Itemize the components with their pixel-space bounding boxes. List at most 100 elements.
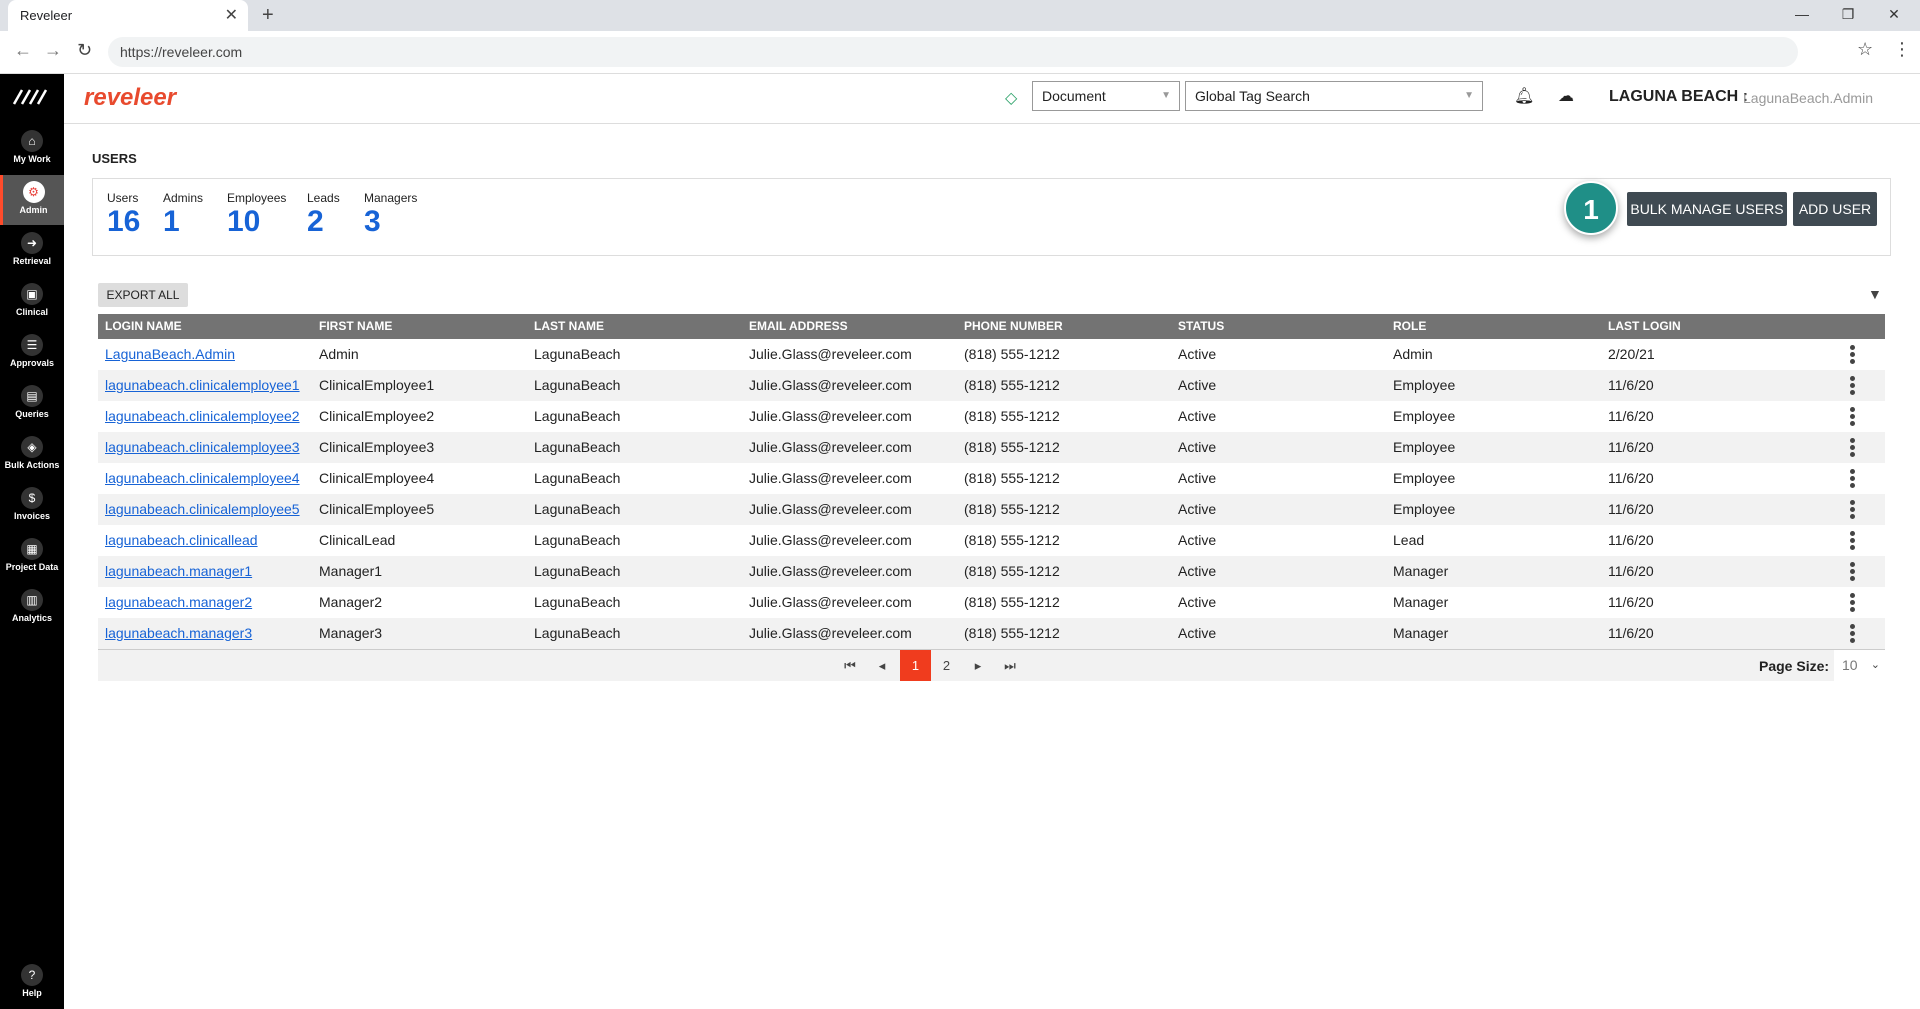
nav-clinical[interactable]: ▣ Clinical	[0, 277, 64, 327]
minimize-icon[interactable]: —	[1779, 0, 1825, 28]
column-header[interactable]: PHONE NUMBER	[964, 314, 1063, 339]
user-name[interactable]: LagunaBeach.Admin	[1743, 90, 1873, 106]
nav-label: Invoices	[13, 511, 51, 521]
table-cell: LagunaBeach	[534, 625, 621, 641]
page-1[interactable]: 1	[900, 650, 931, 681]
document-select-value: Document	[1042, 88, 1106, 104]
nav-invoices[interactable]: $ Invoices	[0, 481, 64, 531]
page-title: USERS	[92, 151, 137, 166]
chat-icon: ▤	[21, 385, 43, 407]
column-header[interactable]: LOGIN NAME	[105, 314, 182, 339]
add-user-button[interactable]: ADD USER	[1793, 192, 1877, 226]
login-name-link[interactable]: lagunabeach.clinicalemployee2	[105, 401, 300, 432]
cloud-icon[interactable]: ☁	[1558, 86, 1574, 106]
stat-value: 2	[307, 205, 324, 238]
row-menu-icon[interactable]	[1850, 438, 1856, 459]
filter-icon[interactable]: ▼	[1868, 286, 1882, 302]
nav-queries[interactable]: ▤ Queries	[0, 379, 64, 429]
table-header: LOGIN NAME FIRST NAME LAST NAME EMAIL ADDRE…	[98, 314, 1885, 339]
table-cell: (818) 555-1212	[964, 594, 1060, 610]
stat-value: 1	[163, 205, 180, 238]
column-header[interactable]: LAST NAME	[534, 314, 604, 339]
row-menu-icon[interactable]	[1850, 500, 1856, 521]
nav-label: Project Data	[5, 562, 59, 572]
nav-analytics[interactable]: ▥ Analytics	[0, 583, 64, 633]
login-name-link[interactable]: lagunabeach.manager3	[105, 618, 252, 649]
bulk-manage-users-button[interactable]: BULK MANAGE USERS	[1627, 192, 1787, 226]
browser-tab[interactable]: Reveleer ✕	[8, 0, 248, 31]
window-close-icon[interactable]: ✕	[1871, 0, 1917, 28]
table-cell: Manager	[1393, 625, 1449, 641]
brand-logo[interactable]: reveleer	[84, 84, 176, 112]
nav-retrieval[interactable]: ➜ Retrieval	[0, 226, 64, 276]
table-row: lagunabeach.clinicalemployee2 ClinicalEmp…	[98, 401, 1885, 432]
table-cell: (818) 555-1212	[964, 377, 1060, 393]
restore-icon[interactable]: ❐	[1825, 0, 1871, 28]
bell-icon[interactable]: 🔔︎	[1514, 86, 1534, 106]
global-tag-search-select[interactable]: Global Tag Search ▼	[1185, 81, 1483, 111]
row-menu-icon[interactable]	[1850, 407, 1856, 428]
table-cell: 11/6/20	[1608, 625, 1654, 641]
column-header[interactable]: ROLE	[1393, 314, 1426, 339]
last-page-icon[interactable]: ⏭	[998, 650, 1022, 681]
checklist-icon: ☰	[21, 334, 43, 356]
login-name-link[interactable]: lagunabeach.manager2	[105, 587, 252, 618]
nav-bulk-actions[interactable]: ◈ Bulk Actions	[0, 430, 64, 480]
app-header: reveleer ◇ Document ▼ Global Tag Search …	[64, 74, 1920, 124]
table-cell: Active	[1178, 563, 1217, 579]
column-header[interactable]: EMAIL ADDRESS	[749, 314, 848, 339]
row-menu-icon[interactable]	[1850, 562, 1856, 583]
nav-my-work[interactable]: ⌂ My Work	[0, 124, 64, 174]
table-row: lagunabeach.manager1 Manager1 LagunaBeach J…	[98, 556, 1885, 587]
login-name-link[interactable]: lagunabeach.clinicalemployee3	[105, 432, 300, 463]
address-bar: ← → ↻ https://reveleer.com ☆ ⋮	[0, 31, 1920, 74]
row-menu-icon[interactable]	[1850, 345, 1856, 366]
login-name-link[interactable]: lagunabeach.clinicallead	[105, 525, 258, 556]
login-name-link[interactable]: lagunabeach.manager1	[105, 556, 252, 587]
stat-value: 3	[364, 205, 381, 238]
login-name-link[interactable]: LagunaBeach.Admin	[105, 339, 235, 370]
back-icon[interactable]: ←	[14, 40, 32, 61]
next-page-icon[interactable]: ▸	[966, 650, 990, 681]
browser-menu-icon[interactable]: ⋮	[1893, 39, 1911, 60]
column-header[interactable]: LAST LOGIN	[1608, 314, 1681, 339]
new-tab-icon[interactable]: +	[262, 0, 274, 31]
document-select[interactable]: Document ▼	[1032, 81, 1180, 111]
page-2[interactable]: 2	[931, 650, 962, 681]
row-menu-icon[interactable]	[1850, 593, 1856, 614]
stat-leads: Leads 2	[307, 191, 340, 239]
login-name-link[interactable]: lagunabeach.clinicalemployee5	[105, 494, 300, 525]
nav-help[interactable]: ? Help	[0, 958, 64, 1008]
prev-page-icon[interactable]: ◂	[870, 650, 894, 681]
first-page-icon[interactable]: ⏮	[838, 650, 862, 681]
login-name-link[interactable]: lagunabeach.clinicalemployee1	[105, 370, 300, 401]
org-name: LAGUNA BEACH :	[1609, 88, 1748, 105]
export-all-button[interactable]: EXPORT ALL	[98, 283, 188, 307]
layers-icon: ◈	[21, 436, 43, 458]
page-size-select[interactable]: 10 ⌄	[1834, 650, 1886, 681]
bookmark-star-icon[interactable]: ☆	[1857, 39, 1873, 60]
tab-close-icon[interactable]: ✕	[225, 0, 238, 31]
table-cell: Employee	[1393, 408, 1456, 424]
row-menu-icon[interactable]	[1850, 624, 1856, 645]
row-menu-icon[interactable]	[1850, 531, 1856, 552]
table-cell: Manager	[1393, 563, 1449, 579]
forward-icon[interactable]: →	[44, 40, 62, 61]
row-menu-icon[interactable]	[1850, 469, 1856, 490]
column-header[interactable]: FIRST NAME	[319, 314, 392, 339]
nav-label: Analytics	[11, 613, 53, 623]
nav-approvals[interactable]: ☰ Approvals	[0, 328, 64, 378]
nav-label: Queries	[15, 409, 49, 419]
url-input[interactable]: https://reveleer.com	[108, 37, 1798, 67]
table-cell: (818) 555-1212	[964, 408, 1060, 424]
arrow-right-icon: ➜	[21, 232, 43, 254]
nav-project-data[interactable]: ▦ Project Data	[0, 532, 64, 582]
column-header[interactable]: STATUS	[1178, 314, 1224, 339]
reload-icon[interactable]: ↻	[77, 40, 92, 61]
nav-admin[interactable]: ⚙ Admin	[0, 175, 64, 225]
login-name-link[interactable]: lagunabeach.clinicalemployee4	[105, 463, 300, 494]
table-cell: 11/6/20	[1608, 594, 1654, 610]
table-cell: (818) 555-1212	[964, 532, 1060, 548]
global-tag-search-value: Global Tag Search	[1195, 88, 1310, 104]
row-menu-icon[interactable]	[1850, 376, 1856, 397]
